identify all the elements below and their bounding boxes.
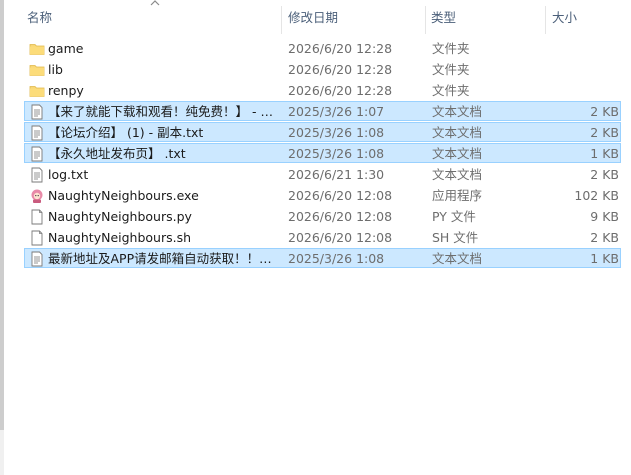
file-size xyxy=(545,60,619,80)
file-row[interactable]: log.txt 2026/6/21 1:30 文本文档 2 KB xyxy=(24,164,621,184)
file-name: renpy xyxy=(48,83,84,98)
file-row[interactable]: game 2026/6/20 12:28 文件夹 xyxy=(24,38,621,58)
file-name: log.txt xyxy=(48,167,89,182)
text-file-icon xyxy=(29,125,45,141)
file-type: 文本文档 xyxy=(432,146,483,161)
file-type: 文本文档 xyxy=(432,167,483,182)
folder-icon xyxy=(29,83,45,99)
file-type: 应用程序 xyxy=(432,188,483,203)
file-type: 文件夹 xyxy=(432,83,470,98)
file-name: game xyxy=(48,41,84,56)
text-file-icon xyxy=(29,251,45,267)
blank-file-icon xyxy=(29,230,45,246)
file-size: 102 KB xyxy=(574,188,619,203)
column-divider[interactable] xyxy=(545,6,546,34)
file-name: lib xyxy=(48,62,63,77)
file-modified-date: 2026/6/20 12:08 xyxy=(288,188,393,203)
file-size: 2 KB xyxy=(590,167,619,182)
file-size: 1 KB xyxy=(590,146,619,161)
file-size: 2 KB xyxy=(590,104,619,119)
file-type: 文本文档 xyxy=(432,125,483,140)
file-name: 【论坛介绍】 (1) - 副本.txt xyxy=(48,125,204,140)
file-modified-date: 2026/6/20 12:08 xyxy=(288,209,393,224)
sort-ascending-icon xyxy=(150,0,160,6)
text-file-icon xyxy=(29,104,45,120)
file-row[interactable]: lib 2026/6/20 12:28 文件夹 xyxy=(24,59,621,79)
scrollbar-thumb[interactable] xyxy=(0,0,4,430)
column-divider[interactable] xyxy=(425,6,426,34)
vertical-scrollbar[interactable] xyxy=(0,0,4,475)
file-modified-date: 2025/3/26 1:08 xyxy=(288,251,385,266)
file-size: 2 KB xyxy=(590,125,619,140)
file-modified-date: 2025/3/26 1:08 xyxy=(288,146,385,161)
file-modified-date: 2026/6/20 12:28 xyxy=(288,62,393,77)
file-size: 2 KB xyxy=(590,230,619,245)
file-name: 最新地址及APP请发邮箱自动获取！！！... xyxy=(48,251,281,266)
file-row[interactable]: 【论坛介绍】 (1) - 副本.txt 2025/3/26 1:08 文本文档 2 K… xyxy=(24,122,621,142)
file-row[interactable]: renpy 2026/6/20 12:28 文件夹 xyxy=(24,80,621,100)
file-modified-date: 2026/6/21 1:30 xyxy=(288,167,385,182)
column-header-type[interactable]: 类型 xyxy=(431,0,456,36)
column-header-name[interactable]: 名称 xyxy=(27,0,52,36)
file-type: 文件夹 xyxy=(432,62,470,77)
file-type: SH 文件 xyxy=(432,230,479,245)
column-header-size[interactable]: 大小 xyxy=(552,0,577,36)
file-row[interactable]: NaughtyNeighbours.sh 2026/6/20 12:08 SH 文件… xyxy=(24,227,621,247)
file-row[interactable]: NaughtyNeighbours.exe 2026/6/20 12:08 应用程序… xyxy=(24,185,621,205)
column-header-bar: 名称 修改日期 类型 大小 xyxy=(4,0,631,36)
file-row[interactable]: 【永久地址发布页】 .txt 2025/3/26 1:08 文本文档 1 KB xyxy=(24,143,621,163)
file-size: 9 KB xyxy=(590,209,619,224)
folder-icon xyxy=(29,62,45,78)
file-modified-date: 2025/3/26 1:08 xyxy=(288,125,385,140)
file-name: NaughtyNeighbours.py xyxy=(48,209,192,224)
file-type: 文件夹 xyxy=(432,41,470,56)
file-modified-date: 2026/6/20 12:28 xyxy=(288,83,393,98)
file-name: 【来了就能下载和观看！纯免费！】 - 副... xyxy=(48,104,281,119)
file-explorer-view: 名称 修改日期 类型 大小 game 2026/6/20 12:28 文件夹 lib 2… xyxy=(0,0,631,475)
file-size xyxy=(545,81,619,101)
file-type: PY 文件 xyxy=(432,209,476,224)
text-file-icon xyxy=(29,146,45,162)
file-type: 文本文档 xyxy=(432,251,483,266)
file-size: 1 KB xyxy=(590,251,619,266)
file-name: 【永久地址发布页】 .txt xyxy=(48,146,186,161)
file-size xyxy=(545,39,619,59)
file-row[interactable]: 【来了就能下载和观看！纯免费！】 - 副... 2025/3/26 1:07 文本文… xyxy=(24,101,621,121)
file-row[interactable]: 最新地址及APP请发邮箱自动获取！！！... 2025/3/26 1:08 文本文档… xyxy=(24,248,621,268)
blank-file-icon xyxy=(29,209,45,225)
app-icon xyxy=(29,188,45,204)
file-modified-date: 2025/3/26 1:07 xyxy=(288,104,385,119)
column-header-date[interactable]: 修改日期 xyxy=(288,0,338,36)
file-modified-date: 2026/6/20 12:28 xyxy=(288,41,393,56)
file-type: 文本文档 xyxy=(432,104,483,119)
file-name: NaughtyNeighbours.exe xyxy=(48,188,199,203)
file-name: NaughtyNeighbours.sh xyxy=(48,230,192,245)
file-modified-date: 2026/6/20 12:08 xyxy=(288,230,393,245)
folder-icon xyxy=(29,41,45,57)
column-divider[interactable] xyxy=(281,6,282,34)
file-row[interactable]: NaughtyNeighbours.py 2026/6/20 12:08 PY 文件… xyxy=(24,206,621,226)
text-file-icon xyxy=(29,167,45,183)
